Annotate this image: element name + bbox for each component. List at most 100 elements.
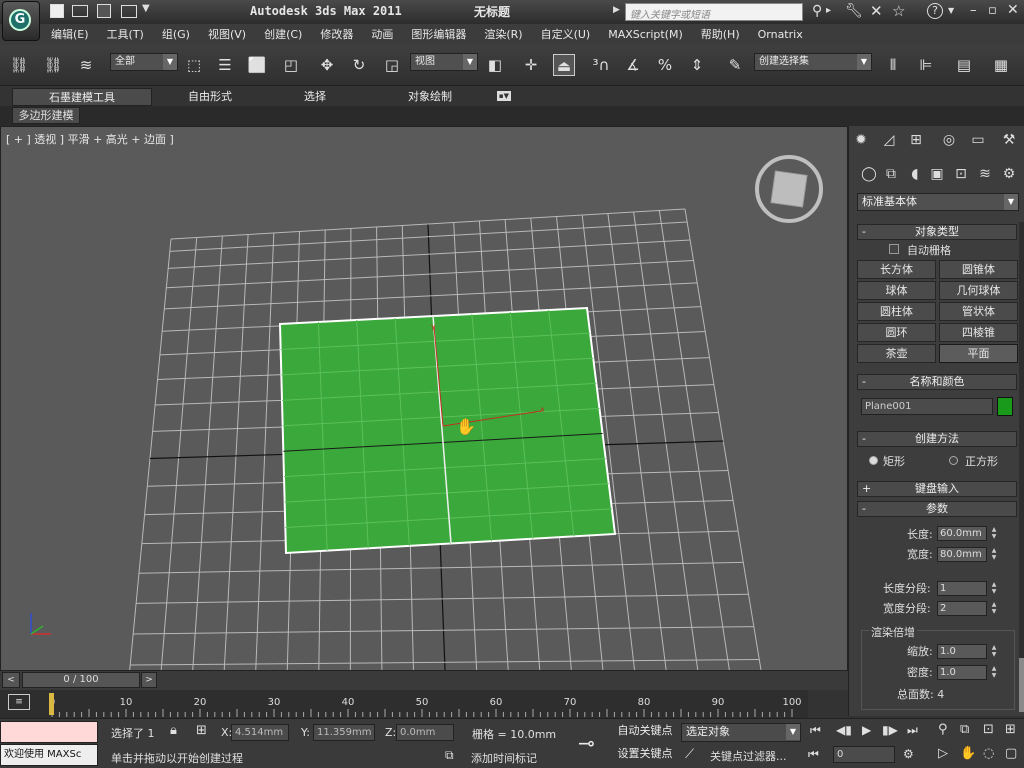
binoculars-icon[interactable]: ⚲ (812, 3, 822, 19)
orbit-icon[interactable]: ◌ (983, 746, 994, 761)
menu-animation[interactable]: 动画 (362, 24, 402, 45)
zoom-icon[interactable]: ⚲ (938, 722, 948, 737)
viewcube-icon[interactable] (770, 170, 808, 208)
z-coord-field[interactable]: 0.0mm (396, 724, 454, 741)
rotate-icon[interactable]: ↻ (348, 54, 370, 76)
rect-selection-icon[interactable]: ⬜ (246, 54, 268, 76)
parameters-rollout[interactable]: - 参数 (857, 501, 1017, 517)
rect-radio[interactable] (869, 456, 878, 465)
tube-button[interactable]: 管状体 (939, 302, 1018, 321)
menu-maxscript[interactable]: MAXScript(M) (599, 24, 692, 45)
object-color-swatch[interactable] (997, 397, 1013, 416)
keyboard-shortcut-icon[interactable]: ⏏ (553, 54, 575, 76)
close-button[interactable]: ✕ (1007, 2, 1019, 18)
key-icon[interactable]: ⊸ (578, 731, 595, 755)
lights-icon[interactable]: ◖ (905, 164, 925, 184)
fov-icon[interactable]: ▷ (938, 746, 948, 761)
search-arrow-icon[interactable]: ▶ (613, 5, 620, 15)
maxscript-listener[interactable] (0, 721, 98, 743)
square-radio[interactable] (949, 456, 958, 465)
community-icon[interactable]: ▸ (826, 5, 831, 16)
display-tab-icon[interactable]: ▭ (968, 130, 988, 150)
spinner-arrows-icon[interactable]: ▲ ▼ (989, 547, 999, 562)
current-frame-marker[interactable] (49, 693, 54, 715)
time-next-icon[interactable]: > (141, 672, 157, 688)
named-selection-dropdown[interactable]: 创建选择集 ▼ (754, 53, 872, 71)
app-logo-button[interactable]: G (2, 1, 40, 41)
add-time-tag[interactable]: 添加时间标记 (471, 750, 537, 766)
zoom-all-icon[interactable]: ⧉ (960, 722, 969, 737)
menu-graph-editors[interactable]: 图形编辑器 (402, 24, 475, 45)
play-icon[interactable]: ▶ (862, 723, 871, 737)
snaps-toggle-icon[interactable]: ³∩ (590, 54, 612, 76)
go-to-end-icon[interactable]: ⏭ (907, 723, 918, 738)
bind-space-warp-icon[interactable]: ≋ (75, 54, 97, 76)
time-prev-icon[interactable]: < (2, 672, 20, 688)
menu-modifiers[interactable]: 修改器 (311, 24, 362, 45)
search-input[interactable]: 键入关键字或短语 (625, 3, 803, 21)
edit-named-selection-icon[interactable]: ✎ (724, 54, 746, 76)
track-bar[interactable]: ≡ 0102030405060708090100 (0, 690, 808, 718)
scale-icon[interactable]: ◲ (381, 54, 403, 76)
menu-tools[interactable]: 工具(T) (98, 24, 153, 45)
time-slider[interactable]: < 0 / 100 > (0, 671, 848, 690)
curve-editor-icon[interactable]: ▦ (990, 54, 1012, 76)
autogrid-checkbox[interactable] (889, 244, 899, 254)
perspective-viewport[interactable]: [ + ] 透视 ] 平滑 + 高光 + 边面 ] x y ✋ (0, 126, 848, 671)
menu-group[interactable]: 组(G) (153, 24, 199, 45)
utilities-tab-icon[interactable]: ⚒ (999, 130, 1019, 150)
wrench-icon[interactable]: 🔧︎ (845, 3, 863, 19)
spinner-arrows-icon[interactable]: ▲ ▼ (989, 644, 999, 659)
menu-create[interactable]: 创建(C) (255, 24, 311, 45)
name-color-rollout[interactable]: - 名称和颜色 (857, 374, 1017, 390)
shapes-icon[interactable]: ⧉ (881, 164, 901, 184)
set-key-button[interactable]: 设置关键点 (612, 745, 678, 765)
tab-selection[interactable]: 选择 (270, 88, 360, 106)
cone-button[interactable]: 圆锥体 (939, 260, 1018, 279)
motion-tab-icon[interactable]: ◎ (939, 130, 959, 150)
object-type-rollout[interactable]: - 对象类型 (857, 224, 1017, 240)
project-folder-icon[interactable] (121, 5, 137, 18)
menu-help[interactable]: 帮助(H) (692, 24, 749, 45)
key-filter-icon[interactable]: ⟋ (685, 747, 694, 762)
zoom-extents-all-icon[interactable]: ⊞ (1005, 722, 1016, 737)
favorite-star-icon[interactable]: ☆ (892, 2, 905, 20)
menu-edit[interactable]: 编辑(E) (42, 24, 98, 45)
plane-object[interactable] (278, 306, 617, 555)
spacewarps-icon[interactable]: ≋ (975, 164, 995, 184)
scale-spinner[interactable]: 1.0 (937, 644, 987, 659)
tools-x-icon[interactable]: ✕ (870, 2, 883, 20)
menu-view[interactable]: 视图(V) (199, 24, 255, 45)
category-dropdown[interactable]: 标准基本体 ▼ (857, 193, 1019, 211)
key-filters-button[interactable]: 关键点过滤器... (710, 748, 787, 764)
pyramid-button[interactable]: 四棱锥 (939, 323, 1018, 342)
go-to-start-icon[interactable]: ⏮ (810, 723, 821, 738)
tab-freeform[interactable]: 自由形式 (165, 88, 255, 106)
help-dropdown-icon[interactable]: ▼ (948, 6, 954, 15)
geosphere-button[interactable]: 几何球体 (939, 281, 1018, 300)
current-frame-field[interactable]: 0 (833, 746, 895, 763)
creation-method-rollout[interactable]: - 创建方法 (857, 431, 1017, 447)
tab-polygon-modeling[interactable]: 多边形建模 (12, 107, 80, 124)
menu-ornatrix[interactable]: Ornatrix (749, 24, 812, 45)
density-spinner[interactable]: 1.0 (937, 665, 987, 680)
helpers-icon[interactable]: ⊡ (951, 164, 971, 184)
spinner-snap-icon[interactable]: ⇕ (686, 54, 708, 76)
spinner-arrows-icon[interactable]: ▲ ▼ (989, 665, 999, 680)
help-icon[interactable]: ? (927, 3, 943, 19)
pan-icon[interactable]: ✋ (960, 746, 976, 761)
sphere-button[interactable]: 球体 (857, 281, 936, 300)
hierarchy-tab-icon[interactable]: ⊞ (906, 130, 926, 150)
window-crossing-icon[interactable]: ◰ (280, 54, 302, 76)
modify-tab-icon[interactable]: ◿ (879, 130, 899, 150)
maximize-viewport-icon[interactable]: ▢ (1005, 746, 1017, 761)
torus-button[interactable]: 圆环 (857, 323, 936, 342)
undo-link-icon[interactable]: ⛓ (8, 54, 30, 76)
new-file-icon[interactable] (50, 4, 64, 18)
menu-rendering[interactable]: 渲染(R) (475, 24, 531, 45)
object-name-field[interactable]: Plane001 (861, 398, 993, 415)
spinner-arrows-icon[interactable]: ▲ ▼ (989, 526, 999, 541)
selection-filter-dropdown[interactable]: 全部 ▼ (110, 53, 178, 71)
restore-button[interactable]: ▫ (988, 3, 997, 18)
geometry-icon[interactable]: ◯ (859, 164, 879, 184)
